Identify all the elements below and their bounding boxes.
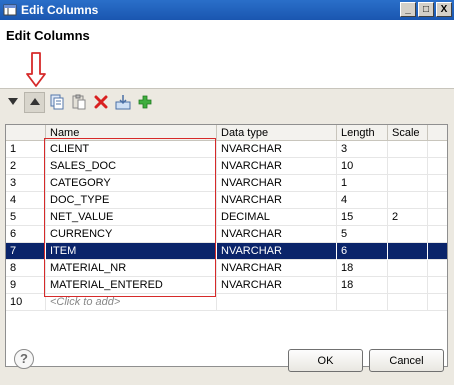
length-cell[interactable]: 10 xyxy=(337,158,388,175)
length-cell[interactable]: 1 xyxy=(337,175,388,192)
paste-icon xyxy=(72,94,85,110)
scale-cell[interactable] xyxy=(388,294,428,311)
move-down-button[interactable] xyxy=(2,92,23,113)
table-row[interactable]: 3 CATEGORY NVARCHAR 1 xyxy=(6,175,447,192)
data-type-cell[interactable]: NVARCHAR xyxy=(217,175,337,192)
table-header: Name Data type Length Scale xyxy=(6,125,447,141)
column-name-cell[interactable]: MATERIAL_NR xyxy=(46,260,217,277)
scale-cell[interactable] xyxy=(388,158,428,175)
column-name-cell[interactable]: CURRENCY xyxy=(46,226,217,243)
red-x-icon xyxy=(94,95,107,109)
dialog-body: Name Data type Length Scale 1 CLIENT NVARC… xyxy=(0,88,454,385)
column-name-cell[interactable]: CLIENT xyxy=(46,141,217,158)
close-button[interactable]: X xyxy=(436,2,452,17)
header-data-type[interactable]: Data type xyxy=(217,125,337,141)
import-icon xyxy=(115,95,130,110)
scale-cell[interactable] xyxy=(388,192,428,209)
ok-button[interactable]: OK xyxy=(288,349,363,372)
delete-button[interactable] xyxy=(90,92,111,113)
window-title: Edit Columns xyxy=(21,3,99,17)
row-index[interactable]: 6 xyxy=(6,226,46,243)
header-length[interactable]: Length xyxy=(337,125,388,141)
copy-button[interactable] xyxy=(46,92,67,113)
move-up-button[interactable] xyxy=(24,91,45,113)
green-plus-icon xyxy=(138,95,151,109)
add-button[interactable] xyxy=(134,92,155,113)
column-name-cell[interactable]: SALES_DOC xyxy=(46,158,217,175)
scale-cell[interactable] xyxy=(388,175,428,192)
app-icon xyxy=(3,3,17,17)
scale-cell[interactable] xyxy=(388,226,428,243)
table-row[interactable]: 4 DOC_TYPE NVARCHAR 4 xyxy=(6,192,447,209)
scale-cell[interactable] xyxy=(388,260,428,277)
length-cell[interactable] xyxy=(337,294,388,311)
dialog-heading: Edit Columns xyxy=(6,28,90,43)
table-row[interactable]: 10 <Click to add> xyxy=(6,294,447,311)
copy-icon xyxy=(50,94,63,110)
length-cell[interactable]: 3 xyxy=(337,141,388,158)
length-cell[interactable]: 6 xyxy=(337,243,388,260)
column-name-cell[interactable]: DOC_TYPE xyxy=(46,192,217,209)
data-type-cell[interactable]: NVARCHAR xyxy=(217,226,337,243)
row-index[interactable]: 10 xyxy=(6,294,46,311)
table-body: 1 CLIENT NVARCHAR 3 2 SALES_DOC NVARCHAR 10 3 CAT… xyxy=(6,141,447,311)
row-index[interactable]: 5 xyxy=(6,209,46,226)
row-index[interactable]: 3 xyxy=(6,175,46,192)
header-name[interactable]: Name xyxy=(46,125,217,141)
cancel-button[interactable]: Cancel xyxy=(369,349,444,372)
length-cell[interactable]: 18 xyxy=(337,277,388,294)
data-type-cell[interactable]: NVARCHAR xyxy=(217,243,337,260)
length-cell[interactable]: 18 xyxy=(337,260,388,277)
scale-cell[interactable] xyxy=(388,141,428,158)
row-index[interactable]: 9 xyxy=(6,277,46,294)
triangle-up-icon xyxy=(29,98,40,105)
table-row[interactable]: 8 MATERIAL_NR NVARCHAR 18 xyxy=(6,260,447,277)
import-button[interactable] xyxy=(112,92,133,113)
maximize-button[interactable]: □ xyxy=(418,2,434,17)
row-index[interactable]: 4 xyxy=(6,192,46,209)
column-name-cell[interactable]: MATERIAL_ENTERED xyxy=(46,277,217,294)
table-row[interactable]: 7 ITEM NVARCHAR 6 xyxy=(6,243,447,260)
length-cell[interactable]: 5 xyxy=(337,226,388,243)
length-cell[interactable]: 4 xyxy=(337,192,388,209)
length-cell[interactable]: 15 xyxy=(337,209,388,226)
help-icon[interactable]: ? xyxy=(14,349,34,369)
row-index[interactable]: 8 xyxy=(6,260,46,277)
data-type-cell[interactable]: NVARCHAR xyxy=(217,158,337,175)
scale-cell[interactable]: 2 xyxy=(388,209,428,226)
data-type-cell[interactable] xyxy=(217,294,337,311)
table-row[interactable]: 1 CLIENT NVARCHAR 3 xyxy=(6,141,447,158)
table-row[interactable]: 9 MATERIAL_ENTERED NVARCHAR 18 xyxy=(6,277,447,294)
scale-cell[interactable] xyxy=(388,243,428,260)
table-row[interactable]: 2 SALES_DOC NVARCHAR 10 xyxy=(6,158,447,175)
scale-cell[interactable] xyxy=(388,277,428,294)
columns-table: Name Data type Length Scale 1 CLIENT NVARC… xyxy=(5,124,448,367)
table-row[interactable]: 5 NET_VALUE DECIMAL 15 2 xyxy=(6,209,447,226)
column-name-cell[interactable]: NET_VALUE xyxy=(46,209,217,226)
table-row[interactable]: 6 CURRENCY NVARCHAR 5 xyxy=(6,226,447,243)
row-index[interactable]: 1 xyxy=(6,141,46,158)
minimize-button[interactable]: _ xyxy=(400,2,416,17)
data-type-cell[interactable]: NVARCHAR xyxy=(217,260,337,277)
row-index[interactable]: 7 xyxy=(6,243,46,260)
paste-button[interactable] xyxy=(68,92,89,113)
row-index[interactable]: 2 xyxy=(6,158,46,175)
annotation-arrow-icon xyxy=(26,52,46,87)
data-type-cell[interactable]: DECIMAL xyxy=(217,209,337,226)
triangle-down-icon xyxy=(7,98,18,105)
header-index[interactable] xyxy=(6,125,46,141)
data-type-cell[interactable]: NVARCHAR xyxy=(217,192,337,209)
toolbar xyxy=(2,91,155,113)
dialog-header: Edit Columns xyxy=(0,20,454,88)
header-scale[interactable]: Scale xyxy=(388,125,428,141)
column-name-cell[interactable]: ITEM xyxy=(46,243,217,260)
data-type-cell[interactable]: NVARCHAR xyxy=(217,277,337,294)
column-name-cell[interactable]: CATEGORY xyxy=(46,175,217,192)
title-bar: Edit Columns _ □ X xyxy=(0,0,454,20)
data-type-cell[interactable]: NVARCHAR xyxy=(217,141,337,158)
column-name-cell[interactable]: <Click to add> xyxy=(46,294,217,311)
